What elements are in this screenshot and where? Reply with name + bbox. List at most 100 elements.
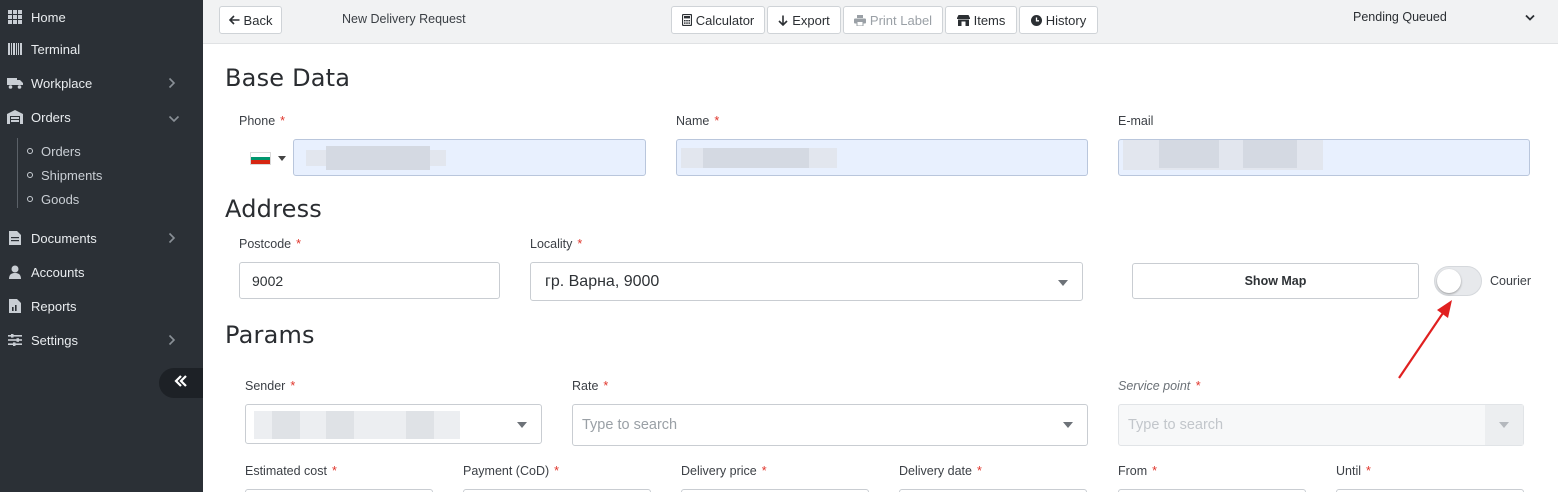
name-label: Name *	[676, 114, 719, 128]
rate-select[interactable]: Type to search	[572, 404, 1088, 446]
sidebar-item-terminal[interactable]: Terminal	[0, 32, 203, 66]
rate-placeholder: Type to search	[582, 417, 678, 433]
chevron-down-icon	[1525, 11, 1535, 25]
sidebar-collapse-button[interactable]	[159, 368, 203, 398]
truck-icon	[7, 76, 23, 90]
clock-icon	[1030, 14, 1042, 26]
sidebar-subitem-label: Orders	[41, 143, 81, 159]
redacted-value	[406, 411, 434, 439]
report-icon	[7, 299, 23, 313]
locality-value: гр. Варна, 9000	[545, 272, 660, 290]
show-map-label: Show Map	[1244, 274, 1307, 288]
sidebar-item-settings[interactable]: Settings	[0, 323, 203, 357]
redacted-value	[703, 148, 809, 168]
required-mark: *	[976, 464, 982, 478]
print-label-button[interactable]: Print Label	[843, 6, 943, 34]
delivery-price-label-text: Delivery price	[681, 464, 757, 478]
required-mark: *	[603, 379, 609, 393]
caret-down-icon	[1499, 422, 1509, 428]
app-root: Home Terminal Workplace Orders Orders Sh…	[0, 0, 1558, 492]
required-mark: *	[1152, 464, 1158, 478]
sidebar-item-orders[interactable]: Orders	[0, 100, 203, 134]
until-label: Until *	[1336, 464, 1371, 478]
sidebar-item-label: Workplace	[31, 75, 93, 91]
sidebar-subitem-orders[interactable]: Orders	[27, 140, 81, 162]
sidebar-item-label: Orders	[31, 109, 71, 125]
sliders-icon	[7, 333, 23, 347]
warehouse-icon	[7, 110, 23, 124]
service-point-placeholder: Type to search	[1128, 417, 1224, 433]
from-label: From *	[1118, 464, 1157, 478]
service-point-select[interactable]: Type to search	[1118, 404, 1524, 446]
sidebar-item-home[interactable]: Home	[0, 0, 203, 34]
sidebar-subitem-shipments[interactable]: Shipments	[27, 164, 102, 186]
delivery-date-label: Delivery date *	[899, 464, 982, 478]
until-label-text: Until	[1336, 464, 1362, 478]
required-mark: *	[1195, 379, 1201, 393]
user-icon	[7, 265, 23, 279]
chevron-right-icon	[168, 334, 178, 346]
toggle-knob	[1437, 269, 1461, 293]
chevron-right-icon	[168, 232, 178, 244]
export-label: Export	[792, 12, 830, 28]
postcode-input[interactable]: 9002	[239, 262, 500, 299]
sidebar-subitem-label: Goods	[41, 191, 80, 207]
address-title: Address	[225, 195, 322, 223]
sidebar-item-documents[interactable]: Documents	[0, 221, 203, 255]
sender-label: Sender *	[245, 379, 295, 393]
back-label: Back	[243, 12, 273, 28]
locality-select[interactable]: гр. Варна, 9000	[530, 262, 1083, 301]
calculator-button[interactable]: Calculator	[671, 6, 765, 34]
sidebar-subitem-goods[interactable]: Goods	[27, 188, 79, 210]
status-value: Pending Queued	[1353, 10, 1447, 24]
annotation-arrow	[1398, 300, 1452, 379]
postcode-label: Postcode *	[239, 237, 301, 251]
redacted-value	[272, 411, 300, 439]
sidebar-item-workplace[interactable]: Workplace	[0, 66, 203, 100]
from-label-text: From	[1118, 464, 1148, 478]
sender-select[interactable]	[245, 404, 542, 444]
sidebar-item-reports[interactable]: Reports	[0, 289, 203, 323]
phone-input[interactable]	[293, 139, 646, 176]
estimated-cost-label: Estimated cost *	[245, 464, 337, 478]
store-icon	[956, 14, 970, 26]
print-label-text: Print Label	[869, 12, 933, 28]
calculator-icon	[681, 14, 692, 26]
sidebar-item-accounts[interactable]: Accounts	[0, 255, 203, 289]
status-select[interactable]: Pending Queued	[1340, 6, 1545, 28]
payment-label-text: Payment (CoD)	[463, 464, 550, 478]
bullet-icon	[27, 148, 33, 154]
caret-down-icon	[517, 422, 527, 428]
grid-icon	[7, 10, 23, 24]
rate-label: Rate *	[572, 379, 608, 393]
service-point-label: Service point *	[1118, 379, 1200, 393]
sidebar-item-label: Accounts	[31, 264, 85, 280]
double-chevron-left-icon	[174, 374, 188, 392]
rate-label-text: Rate	[572, 379, 599, 393]
name-label-text: Name	[676, 114, 710, 128]
required-mark: *	[1366, 464, 1371, 478]
items-button[interactable]: Items	[945, 6, 1017, 34]
export-button[interactable]: Export	[767, 6, 841, 34]
postcode-value: 9002	[252, 272, 284, 289]
history-button[interactable]: History	[1019, 6, 1098, 34]
show-map-button[interactable]: Show Map	[1132, 263, 1419, 299]
email-input[interactable]	[1118, 139, 1530, 176]
base-data-title: Base Data	[225, 64, 351, 92]
back-button[interactable]: Back	[219, 6, 282, 34]
caret-down-icon	[1058, 280, 1068, 286]
document-icon	[7, 231, 23, 245]
redacted-value	[326, 146, 430, 170]
chevron-right-icon	[168, 77, 178, 89]
courier-label: Courier	[1490, 274, 1531, 288]
locality-label-text: Locality	[530, 237, 573, 251]
top-toolbar: Back New Delivery Request Calculator Exp…	[203, 0, 1558, 44]
bullet-icon	[27, 196, 33, 202]
payment-label: Payment (CoD) *	[463, 464, 559, 478]
name-input[interactable]	[676, 139, 1088, 176]
barcode-icon	[7, 42, 23, 56]
country-flag-icon[interactable]	[250, 152, 271, 165]
courier-toggle[interactable]	[1434, 266, 1482, 296]
sidebar: Home Terminal Workplace Orders Orders Sh…	[0, 0, 203, 492]
history-label: History	[1045, 12, 1087, 28]
